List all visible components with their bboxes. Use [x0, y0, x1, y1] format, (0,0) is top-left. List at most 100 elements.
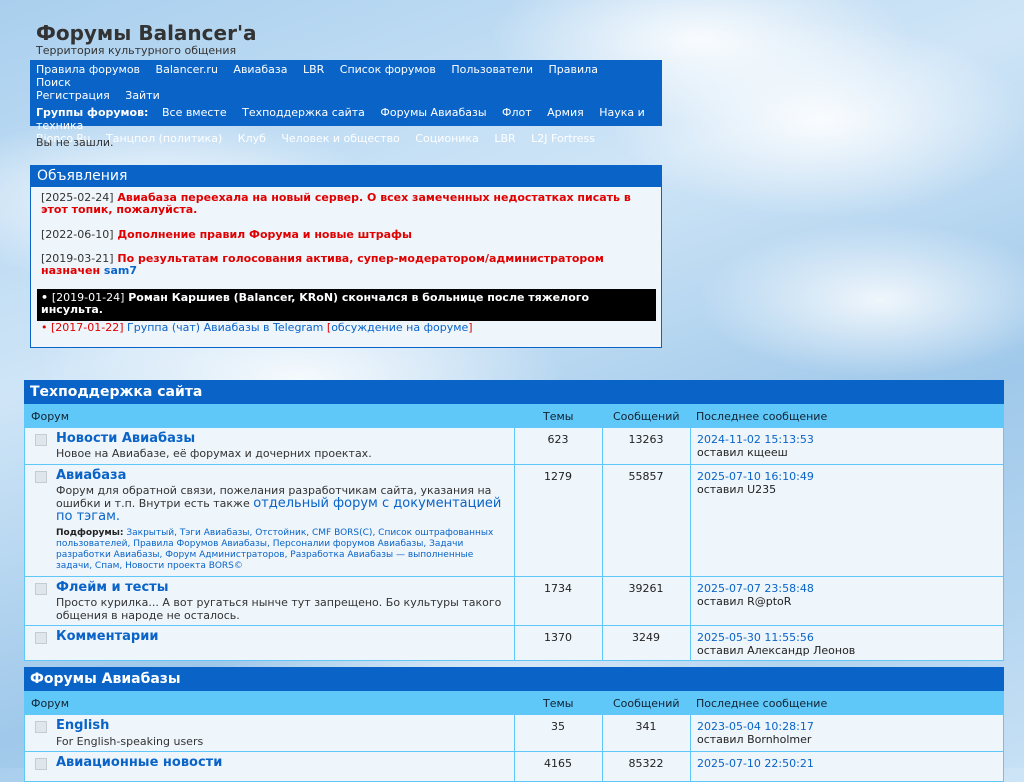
forum-status-icon: [35, 758, 47, 770]
last-post-link[interactable]: 2023-05-04 10:28:17: [697, 720, 814, 733]
column-header-row: Форум Темы Сообщений Последнее сообщение: [24, 404, 1004, 428]
forum-posts-count: 341: [635, 720, 657, 733]
last-post-author: оставил кщееш: [697, 446, 788, 459]
forum-description: For English-speaking users: [56, 735, 204, 748]
forum-name-link[interactable]: English: [56, 718, 109, 733]
column-topics: Темы: [543, 697, 574, 710]
last-post-link[interactable]: 2025-07-07 23:58:48: [697, 582, 814, 595]
forum-status-icon: [35, 583, 47, 595]
group-fleet[interactable]: Флот: [502, 106, 532, 119]
forum-status-icon: [35, 471, 47, 483]
column-last-post: Последнее сообщение: [696, 697, 828, 710]
section-title[interactable]: Техподдержка сайта: [24, 380, 1004, 404]
site-subtitle: Территория культурного общения: [36, 44, 237, 57]
nav-link-forum-rules[interactable]: Правила форумов: [36, 63, 140, 76]
announcement-date: [2017-01-22]: [51, 321, 124, 334]
last-post-link[interactable]: 2025-05-30 11:55:56: [697, 631, 814, 644]
group-club[interactable]: Клуб: [238, 132, 266, 145]
announcement-item: [2022-06-10] Дополнение правил Форума и …: [41, 229, 653, 241]
forum-posts-count: 55857: [628, 470, 664, 483]
column-header-row: Форум Темы Сообщений Последнее сообщение: [24, 691, 1004, 715]
announcement-link[interactable]: Дополнение правил Форума и новые штрафы: [117, 228, 412, 241]
group-society[interactable]: Человек и общество: [281, 132, 399, 145]
login-status: Вы не зашли.: [36, 136, 114, 149]
last-post-author: оставил Александр Леонов: [697, 644, 856, 657]
column-posts: Сообщений: [613, 697, 680, 710]
column-topics: Темы: [543, 410, 574, 423]
column-posts: Сообщений: [613, 410, 680, 423]
nav-link-lbr[interactable]: LBR: [303, 63, 324, 76]
announcements-title: Объявления: [31, 166, 661, 187]
subforums-label: Подфорумы:: [56, 528, 124, 538]
forum-description: Новое на Авиабазе, её форумах и дочерних…: [56, 447, 372, 460]
announcement-memorial: • [2019-01-24] Роман Каршиев (Balancer, …: [37, 289, 656, 321]
forum-topics-count: 1734: [544, 582, 572, 595]
forum-section-aviabaza: Форумы Авиабазы Форум Темы Сообщений Пос…: [24, 667, 1004, 782]
forum-name-link[interactable]: Новости Авиабазы: [56, 431, 195, 446]
last-post-link[interactable]: 2025-07-10 22:50:21: [697, 757, 814, 770]
group-support[interactable]: Техподдержка сайта: [242, 106, 365, 119]
nav-link-forum-list[interactable]: Список форумов: [340, 63, 436, 76]
group-socionics[interactable]: Соционика: [415, 132, 479, 145]
column-forum: Форум: [31, 410, 69, 423]
forum-row: Авиабаза Форум для обратной связи, пожел…: [24, 465, 1004, 577]
nav-link-login[interactable]: Зайти: [125, 89, 160, 102]
forum-topics-count: 1279: [544, 470, 572, 483]
nav-link-balancer[interactable]: Balancer.ru: [156, 63, 218, 76]
nav-link-register[interactable]: Регистрация: [36, 89, 110, 102]
group-all[interactable]: Все вместе: [162, 106, 227, 119]
announcements-box: Объявления [2025-02-24] Авиабаза перееха…: [30, 165, 662, 348]
group-army[interactable]: Армия: [547, 106, 584, 119]
announcement-date: [2022-06-10]: [41, 228, 114, 241]
forum-name-link[interactable]: Комментарии: [56, 629, 158, 644]
forum-status-icon: [35, 632, 47, 644]
forum-description: Форум для обратной связи, пожелания разр…: [56, 484, 506, 523]
telegram-link[interactable]: Группа (чат) Авиабазы в Telegram: [127, 321, 323, 334]
nav-link-users[interactable]: Пользователи: [451, 63, 533, 76]
forum-name-link[interactable]: Авиабаза: [56, 468, 126, 483]
column-last-post: Последнее сообщение: [696, 410, 828, 423]
forum-groups-label: Группы форумов:: [36, 106, 149, 119]
announcement-link[interactable]: Авиабаза переехала на новый сервер. О вс…: [41, 191, 631, 216]
bullet: •: [41, 321, 48, 334]
forum-row: Новости Авиабазы Новое на Авиабазе, её ф…: [24, 428, 1004, 465]
forum-topics-count: 4165: [544, 757, 572, 770]
top-navigation: Правила форумов Balancer.ru Авиабаза LBR…: [30, 60, 662, 145]
forum-topics-count: 35: [551, 720, 565, 733]
group-lbr[interactable]: LBR: [494, 132, 515, 145]
last-post-author: оставил U235: [697, 483, 777, 496]
forum-description: Просто курилка... А вот ругаться нынче т…: [56, 596, 502, 622]
announcement-telegram: • [2017-01-22] Группа (чат) Авиабазы в T…: [41, 321, 473, 334]
forum-status-icon: [35, 434, 47, 446]
discussion-link[interactable]: обсуждение на форуме: [331, 321, 468, 334]
group-politics[interactable]: Танцпол (политика): [106, 132, 222, 145]
forum-section-support: Техподдержка сайта Форум Темы Сообщений …: [24, 380, 1004, 661]
nav-link-aviabaza[interactable]: Авиабаза: [233, 63, 287, 76]
site-title[interactable]: Форумы Balancer'a: [36, 21, 257, 45]
announcement-item: [2019-03-21] По результатам голосования …: [41, 253, 653, 277]
forum-status-icon: [35, 721, 47, 733]
last-post-link[interactable]: 2024-11-02 15:13:53: [697, 433, 814, 446]
announcement-link[interactable]: Роман Каршиев (Balancer, KRoN) скончался…: [41, 291, 589, 316]
nav-link-rules[interactable]: Правила: [549, 63, 598, 76]
column-forum: Форум: [31, 697, 69, 710]
forum-posts-count: 3249: [632, 631, 660, 644]
forum-posts-count: 13263: [628, 433, 664, 446]
forum-name-link[interactable]: Флейм и тесты: [56, 580, 168, 595]
forum-topics-count: 1370: [544, 631, 572, 644]
group-aviabaza[interactable]: Форумы Авиабазы: [380, 106, 486, 119]
bracket-close: ]: [468, 321, 473, 334]
forum-row: Флейм и тесты Просто курилка... А вот ру…: [24, 577, 1004, 626]
forum-row: English For English-speaking users 35 34…: [24, 715, 1004, 752]
section-title[interactable]: Форумы Авиабазы: [24, 667, 1004, 691]
last-post-link[interactable]: 2025-07-10 16:10:49: [697, 470, 814, 483]
user-link-sam7[interactable]: sam7: [104, 264, 137, 277]
subforums-list: Подфорумы: Закрытый, Тэги Авиабазы, Отст…: [56, 528, 511, 572]
forum-posts-count: 39261: [628, 582, 664, 595]
group-l2j[interactable]: L2J Fortress: [531, 132, 595, 145]
forum-row: Комментарии 1370 3249 2025-05-30 11:55:5…: [24, 626, 1004, 661]
last-post-author: оставил R@ptoR: [697, 595, 792, 608]
nav-link-search[interactable]: Поиск: [36, 76, 71, 89]
last-post-author: оставил Bornholmer: [697, 733, 812, 746]
forum-row: Авиационные новости 4165 85322 2025-07-1…: [24, 752, 1004, 782]
